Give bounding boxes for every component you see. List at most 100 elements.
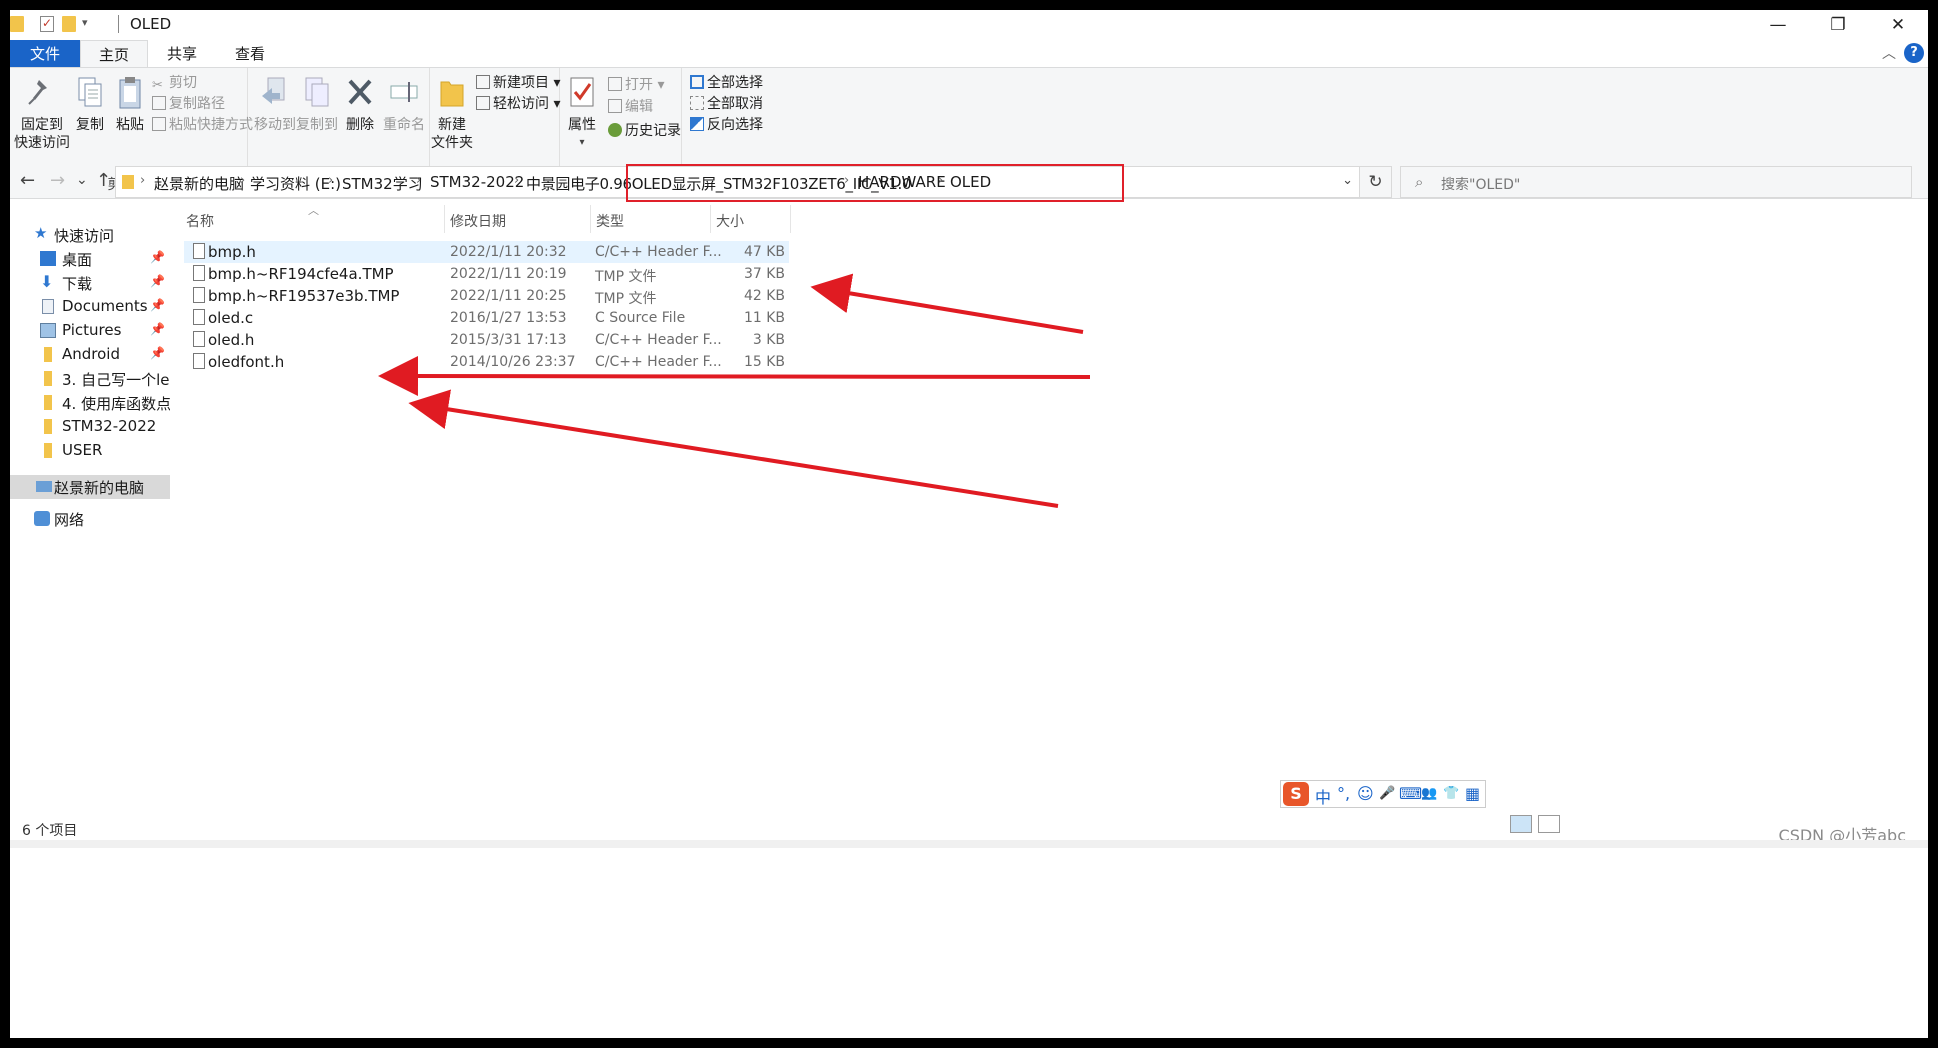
emoji-icon[interactable]: ☺ — [1357, 784, 1374, 803]
breadcrumb-separator[interactable]: › — [328, 173, 333, 188]
move-to-button[interactable]: 移动到 — [254, 74, 296, 134]
column-header-type[interactable]: 类型 — [596, 211, 624, 231]
breadcrumb-separator[interactable]: › — [240, 173, 245, 188]
large-icons-view-button[interactable] — [1538, 815, 1560, 833]
quick-access-dropdown-icon[interactable]: ▾ — [82, 16, 88, 29]
title-bar: ✓ ▾ OLED — ❐ ✕ — [10, 10, 1928, 40]
sidebar-item-downloads[interactable]: ⬇ 下载 📌 — [10, 271, 170, 295]
breadcrumb-separator[interactable]: › — [416, 173, 421, 188]
folder-icon — [122, 175, 134, 189]
new-item-button[interactable]: 新建项目 ▾ — [476, 72, 560, 94]
breadcrumb-separator[interactable]: › — [140, 173, 145, 188]
open-button[interactable]: 打开 ▾ — [608, 74, 664, 96]
new-folder-icon[interactable] — [62, 16, 76, 32]
back-arrow-icon[interactable]: ← — [20, 170, 35, 191]
sidebar-item-desktop[interactable]: 桌面 📌 — [10, 247, 170, 271]
edit-label: 编辑 — [625, 99, 653, 115]
sidebar-item-folder[interactable]: 4. 使用库函数点亮- — [10, 391, 170, 415]
file-row[interactable]: bmp.h~RF194cfe4a.TMP 2022/1/11 20:19 TMP… — [184, 263, 789, 285]
invert-selection-button[interactable]: 反向选择 — [690, 114, 763, 136]
column-divider[interactable] — [590, 205, 591, 233]
file-row[interactable]: oledfont.h 2014/10/26 23:37 C/C++ Header… — [184, 351, 789, 373]
sidebar-item-this-pc[interactable]: 赵景新的电脑 — [10, 475, 170, 499]
rename-button[interactable]: 重命名 — [382, 74, 426, 134]
search-input[interactable]: ⌕ 搜索"OLED" — [1400, 166, 1912, 198]
column-header-date[interactable]: 修改日期 — [450, 211, 506, 231]
sidebar-item-label: STM32-2022 — [62, 417, 157, 435]
paste-button[interactable]: 粘贴 — [110, 74, 150, 134]
taskbar-edge — [10, 840, 1928, 848]
toolbox-grid-icon[interactable]: ▦ — [1465, 784, 1480, 803]
properties-check-icon[interactable]: ✓ — [40, 16, 54, 32]
title-divider — [118, 15, 119, 33]
column-divider[interactable] — [444, 205, 445, 233]
copy-button[interactable]: 复制 — [70, 74, 110, 134]
tab-view[interactable]: 查看 — [216, 40, 284, 68]
help-icon[interactable]: ? — [1904, 43, 1924, 63]
breadcrumb-separator[interactable]: › — [514, 173, 519, 188]
breadcrumb-item[interactable]: STM32学习 — [342, 173, 423, 194]
copy-to-button[interactable]: 复制到 — [296, 74, 338, 134]
collapse-ribbon-icon[interactable]: ︿ — [1882, 43, 1896, 63]
file-row[interactable]: bmp.h 2022/1/11 20:32 C/C++ Header F... … — [184, 241, 789, 263]
tab-share[interactable]: 共享 — [148, 40, 216, 68]
delete-button[interactable]: 删除 — [340, 74, 380, 134]
restore-button[interactable]: ❐ — [1808, 10, 1868, 40]
address-dropdown-icon[interactable]: ⌄ — [1342, 173, 1353, 188]
address-bar[interactable]: › 赵景新的电脑 › 学习资料 (E:) › STM32学习 › STM32-2… — [115, 164, 1360, 202]
network-icon — [34, 511, 50, 526]
edit-button[interactable]: 编辑 — [608, 96, 653, 118]
history-button[interactable]: 历史记录 — [608, 120, 681, 142]
cut-button[interactable]: ✂ 剪切 — [152, 72, 197, 94]
up-arrow-icon[interactable]: ↑ — [96, 170, 111, 191]
column-header-name[interactable]: 名称 — [186, 211, 214, 231]
keyboard-icon[interactable]: ⌨ — [1399, 784, 1422, 803]
rename-label: 重命名 — [383, 117, 425, 133]
sidebar-item-quick-access[interactable]: ★ 快速访问 — [10, 223, 170, 247]
new-folder-button[interactable]: 新建 文件夹 — [430, 74, 474, 152]
desktop-icon — [40, 251, 56, 266]
breadcrumb-item[interactable]: STM32-2022 — [430, 173, 524, 191]
file-row[interactable]: oled.h 2015/3/31 17:13 C/C++ Header F...… — [184, 329, 789, 351]
paste-shortcut-button[interactable]: 粘贴快捷方式 — [152, 114, 253, 136]
breadcrumb-item[interactable]: 赵景新的电脑 — [154, 173, 244, 194]
skin-icon[interactable]: 👕 — [1443, 786, 1459, 801]
select-none-button[interactable]: 全部取消 — [690, 93, 763, 115]
folder-icon — [44, 443, 52, 458]
file-row[interactable]: oled.c 2016/1/27 13:53 C Source File 11 … — [184, 307, 789, 329]
sidebar-item-stm32-2022[interactable]: STM32-2022 — [10, 415, 170, 439]
copy-path-button[interactable]: 复制路径 — [152, 93, 225, 115]
file-row[interactable]: bmp.h~RF19537e3b.TMP 2022/1/11 20:25 TMP… — [184, 285, 789, 307]
sogou-logo-icon[interactable]: S — [1283, 782, 1309, 806]
properties-button[interactable]: 属性 ▾ — [564, 74, 600, 152]
file-icon — [193, 331, 205, 347]
pin-label-1: 固定到 — [21, 117, 63, 133]
recent-locations-icon[interactable]: ⌄ — [76, 172, 88, 188]
refresh-icon[interactable]: ↻ — [1360, 166, 1392, 198]
close-button[interactable]: ✕ — [1868, 10, 1928, 40]
column-divider[interactable] — [710, 205, 711, 233]
punctuation-toggle[interactable]: °, — [1337, 784, 1350, 803]
ime-mode-toggle[interactable]: 中 — [1315, 784, 1331, 808]
forward-arrow-icon[interactable]: → — [50, 170, 65, 191]
column-divider[interactable] — [790, 205, 791, 233]
minimize-button[interactable]: — — [1748, 10, 1808, 40]
sidebar-item-android[interactable]: Android 📌 — [10, 343, 170, 367]
properties-dropdown-icon[interactable]: ▾ — [564, 134, 600, 152]
tab-home[interactable]: 主页 — [80, 40, 148, 68]
tab-file[interactable]: 文件 — [10, 40, 80, 68]
microphone-icon[interactable]: 🎤 — [1379, 786, 1395, 801]
column-header-size[interactable]: 大小 — [716, 211, 744, 231]
sidebar-item-pictures[interactable]: Pictures 📌 — [10, 319, 170, 343]
sidebar-item-folder[interactable]: 3. 自己写一个led的 — [10, 367, 170, 391]
user-icon[interactable]: 👥 — [1421, 786, 1437, 801]
easy-access-button[interactable]: 轻松访问 ▾ — [476, 93, 560, 115]
sidebar-item-documents[interactable]: Documents 📌 — [10, 295, 170, 319]
file-name: oledfont.h — [208, 353, 285, 371]
details-view-button[interactable] — [1510, 815, 1532, 833]
select-all-button[interactable]: 全部选择 — [690, 72, 763, 94]
pin-to-quick-access-button[interactable]: 固定到 快速访问 — [14, 74, 70, 152]
sidebar-item-user[interactable]: USER — [10, 439, 170, 463]
file-size: 15 KB — [743, 354, 785, 370]
sidebar-item-network[interactable]: 网络 — [10, 507, 170, 531]
